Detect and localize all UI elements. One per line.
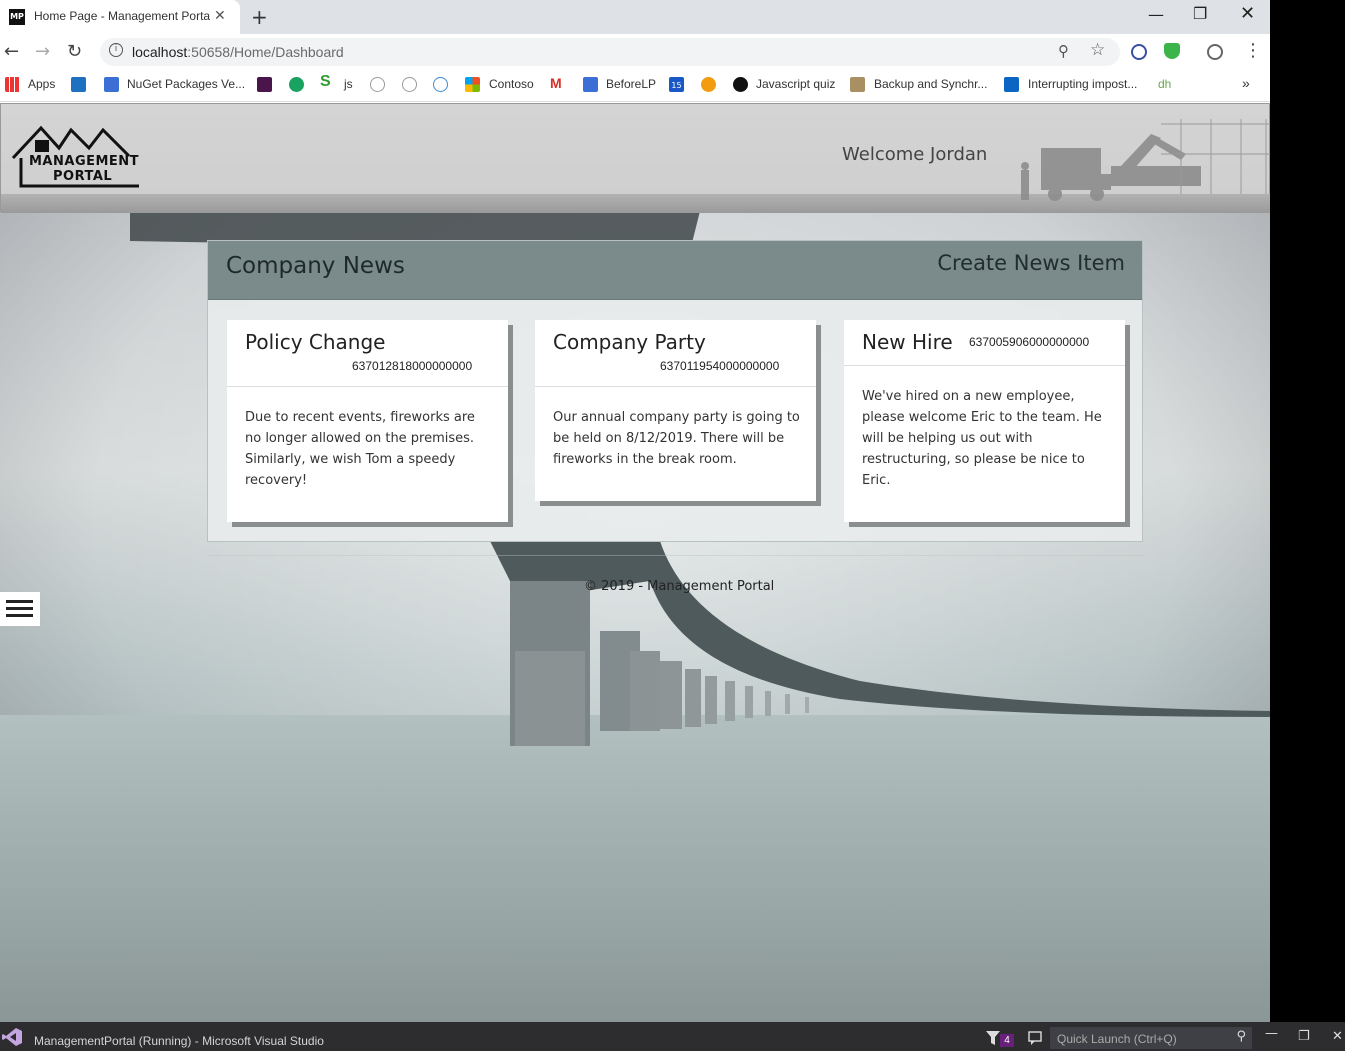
news-card-header: Company Party 637011954000000000	[535, 320, 816, 387]
logo-text-line1: MANAGEMENT	[29, 154, 140, 169]
bookmark-javascript-quiz[interactable]: Javascript quiz	[756, 77, 835, 91]
browser-window: MP Home Page - Management Porta ✕ + — ❐ …	[0, 0, 1270, 1022]
bookmark-interrupting[interactable]: Interrupting impost...	[1028, 77, 1137, 91]
restore-icon[interactable]: ❐	[1193, 4, 1207, 23]
search-icon[interactable]: ⚲	[1236, 1029, 1246, 1044]
calendar-icon[interactable]: 15	[669, 77, 684, 92]
bookmark-beforelp[interactable]: BeforeLP	[606, 77, 656, 91]
news-card-body: We've hired on a new employee, please we…	[862, 389, 1102, 488]
gmail-icon[interactable]: M	[550, 75, 562, 91]
linkedin-icon	[1004, 77, 1019, 92]
new-tab-button[interactable]: +	[251, 5, 268, 29]
hamburger-menu-icon[interactable]	[0, 592, 40, 626]
bookmark-contoso[interactable]: Contoso	[489, 77, 534, 91]
azure-devops-icon[interactable]	[71, 77, 86, 92]
footer-copyright: © 2019 - Management Portal	[584, 579, 775, 594]
filter-icon[interactable]	[986, 1031, 1000, 1045]
news-card-title: New Hire	[862, 330, 953, 354]
apps-grid-icon	[5, 77, 20, 92]
browser-toolbar: ← → ↻ i localhost:50658/Home/Dashboard ⚲…	[0, 34, 1270, 70]
news-card-id: 637005906000000000	[969, 335, 1090, 349]
news-card-body: Due to recent events, fireworks are no l…	[245, 410, 475, 488]
address-bar[interactable]: i localhost:50658/Home/Dashboard ⚲ ☆	[100, 38, 1120, 66]
shield-extension-icon[interactable]	[1164, 43, 1180, 59]
zoom-icon[interactable]: ⚲	[1058, 42, 1069, 60]
news-card-body: Our annual company party is going to be …	[553, 410, 800, 467]
logo-text-line2: PORTAL	[53, 169, 113, 184]
reload-icon[interactable]: ↻	[67, 41, 82, 62]
bookmark-backup[interactable]: Backup and Synchr...	[874, 77, 987, 91]
news-card-title: Policy Change	[245, 330, 386, 354]
site-logo[interactable]: MANAGEMENT PORTAL	[11, 124, 143, 190]
forward-arrow-icon[interactable]: →	[35, 41, 50, 62]
hangouts-icon[interactable]	[289, 77, 304, 92]
news-panel-header: Company News Create News Item	[208, 241, 1142, 300]
quick-launch-placeholder: Quick Launch (Ctrl+Q)	[1057, 1032, 1177, 1046]
news-card: Company Party 637011954000000000 Our ann…	[535, 320, 816, 501]
restore-icon[interactable]: ❐	[1298, 1029, 1310, 1044]
news-card-title: Company Party	[553, 330, 706, 354]
profile-icon[interactable]	[1207, 44, 1223, 60]
backup-icon	[850, 77, 865, 92]
bookmark-star-icon[interactable]: ☆	[1090, 40, 1105, 60]
screen: MP Home Page - Management Porta ✕ + — ❐ …	[0, 0, 1345, 1051]
quick-launch-input[interactable]: Quick Launch (Ctrl+Q) ⚲	[1050, 1027, 1252, 1049]
tab-strip: MP Home Page - Management Porta ✕ + — ❐ …	[0, 0, 1270, 34]
news-card: Policy Change 637012818000000000 Due to …	[227, 320, 508, 522]
blocker-extension-icon[interactable]	[1131, 44, 1147, 60]
bookmark-dh[interactable]: dh	[1158, 77, 1171, 91]
more-bookmarks-icon[interactable]: »	[1242, 75, 1250, 91]
url-host: localhost	[132, 44, 188, 60]
site-header: MANAGEMENT PORTAL Welcome Jordan	[0, 103, 1270, 213]
notification-count-badge: 4	[1000, 1034, 1014, 1047]
menu-dots-icon[interactable]: ⋮	[1244, 40, 1262, 61]
visual-studio-statusbar: ManagementPortal (Running) - Microsoft V…	[0, 1022, 1345, 1051]
s-icon: S	[320, 73, 331, 90]
news-panel-title: Company News	[226, 253, 405, 279]
globe-icon[interactable]	[370, 77, 385, 92]
bookmark-nuget[interactable]: NuGet Packages Ve...	[127, 77, 245, 91]
globe-icon[interactable]	[402, 77, 417, 92]
visual-studio-icon	[2, 1028, 22, 1046]
news-card: New Hire 637005906000000000 We've hired …	[844, 320, 1125, 522]
doc-icon	[583, 77, 598, 92]
footer-divider	[207, 555, 1143, 556]
web-page: MANAGEMENT PORTAL Welcome Jordan Company…	[0, 103, 1270, 1022]
site-info-icon[interactable]: i	[109, 43, 123, 57]
bookmark-apps[interactable]: Apps	[28, 77, 55, 91]
cloud-icon[interactable]	[433, 77, 448, 92]
window-close-icon[interactable]: ✕	[1240, 3, 1255, 24]
browser-tab[interactable]: MP Home Page - Management Porta ✕	[0, 0, 240, 34]
bridge-image	[490, 541, 1270, 746]
url-text[interactable]: localhost:50658/Home/Dashboard	[132, 44, 344, 60]
tab-title: Home Page - Management Porta	[34, 9, 210, 23]
background-water	[0, 715, 1270, 1022]
tab-close-icon[interactable]: ✕	[214, 8, 226, 24]
site-favicon: MP	[9, 9, 25, 25]
construction-graphic	[1021, 119, 1270, 201]
bookmark-js[interactable]: js	[344, 77, 353, 91]
back-arrow-icon[interactable]: ←	[4, 41, 19, 62]
news-card-id: 637012818000000000	[352, 359, 473, 373]
p-icon[interactable]	[701, 77, 716, 92]
microsoft-icon	[465, 77, 480, 92]
slack-icon[interactable]	[257, 77, 272, 92]
news-card-id: 637011954000000000	[660, 359, 780, 373]
bookmarks-bar: Apps NuGet Packages Ve... S js Contoso M…	[0, 70, 1270, 102]
minimize-icon[interactable]: —	[1265, 1026, 1278, 1041]
company-news-panel: Company News Create News Item Policy Cha…	[207, 240, 1143, 542]
doc-icon	[104, 77, 119, 92]
create-news-item-link[interactable]: Create News Item	[937, 251, 1125, 275]
url-path: :50658/Home/Dashboard	[187, 44, 344, 60]
window-title: ManagementPortal (Running) - Microsoft V…	[34, 1034, 324, 1048]
github-icon	[733, 77, 748, 92]
welcome-message: Welcome Jordan	[842, 144, 988, 165]
news-card-header: Policy Change 637012818000000000	[227, 320, 508, 387]
feedback-icon[interactable]	[1028, 1031, 1042, 1045]
news-card-header: New Hire 637005906000000000	[844, 320, 1125, 366]
close-icon[interactable]: ✕	[1332, 1029, 1343, 1044]
minimize-icon[interactable]: —	[1148, 5, 1164, 24]
